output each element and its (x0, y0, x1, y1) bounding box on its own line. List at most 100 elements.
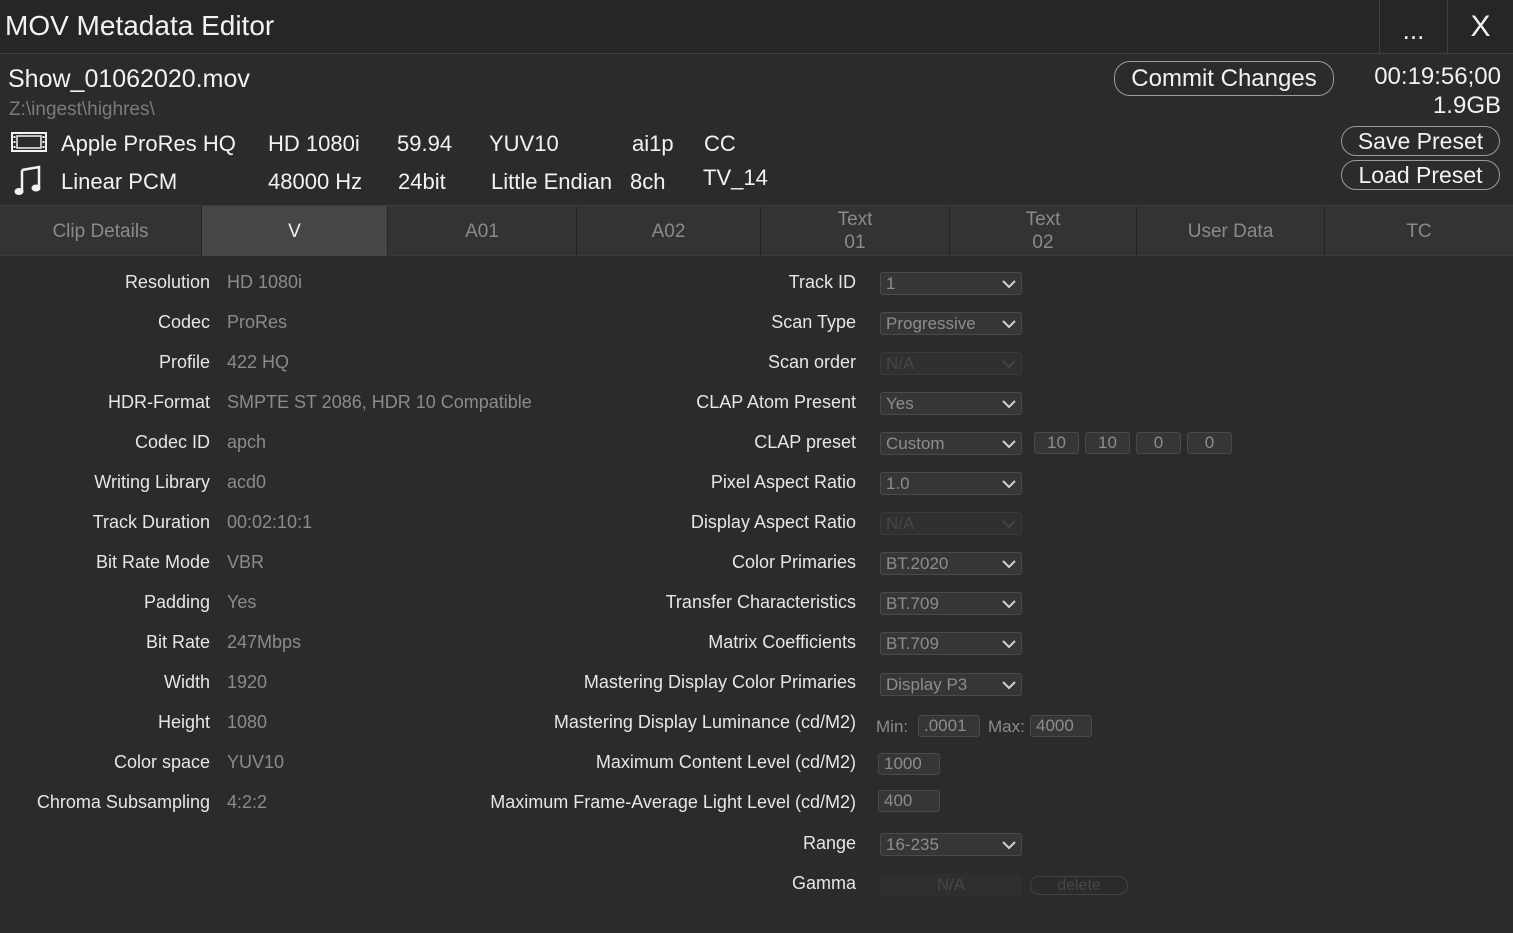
luminance-max-input[interactable]: 4000 (1030, 715, 1092, 737)
chevron-down-icon (1002, 480, 1016, 489)
scan-type-select[interactable]: Progressive (880, 312, 1022, 335)
tab-a01[interactable]: A01 (388, 206, 577, 256)
film-icon (11, 131, 47, 159)
audio-summary-row: Linear PCM 48000 Hz 24bit Little Endian … (0, 165, 900, 197)
file-size: 1.9GB (1432, 92, 1501, 119)
video-summary-row: Apple ProRes HQ HD 1080i 59.94 YUV10 ai1… (0, 127, 900, 159)
luminance-max-label: Max: (988, 717, 1025, 736)
select-value: Progressive (886, 314, 976, 333)
chevron-down-icon (1002, 360, 1016, 369)
field-value: 1920 (227, 672, 268, 692)
md-luminance-label: Mastering Display Luminance (cd/M2) (553, 712, 856, 732)
audio-sample-rate: 48000 Hz (268, 169, 363, 194)
select-value: N/A (886, 514, 915, 533)
tab-text-02[interactable]: Text 02 (950, 206, 1137, 256)
select-value: BT.2020 (886, 554, 949, 573)
max-fall-label: Maximum Frame-Average Light Level (cd/M2… (490, 792, 856, 812)
tab-a02[interactable]: A02 (577, 206, 761, 256)
max-cll-input[interactable]: 1000 (878, 753, 940, 775)
chevron-down-icon (1002, 440, 1016, 449)
select-value: N/A (886, 354, 915, 373)
field-label: Profile (158, 352, 210, 372)
clap-box-3[interactable]: 0 (1136, 432, 1181, 454)
chevron-down-icon (1002, 600, 1016, 609)
file-header: Show_01062020.mov Z:\ingest\highres\ Com… (0, 55, 1513, 205)
field-value: 00:02:10:1 (227, 512, 313, 532)
select-value: Yes (886, 394, 914, 413)
chevron-down-icon (1002, 560, 1016, 569)
tab-user-data[interactable]: User Data (1137, 206, 1325, 256)
field-value: 1080 (227, 712, 268, 732)
field-label: Codec ID (134, 432, 210, 452)
field-value: ProRes (227, 312, 288, 332)
audio-codec: Linear PCM (61, 169, 178, 194)
chevron-down-icon (1002, 640, 1016, 649)
chevron-down-icon (1002, 400, 1016, 409)
color-primaries-select[interactable]: BT.2020 (880, 552, 1022, 575)
tab-bar: Clip Details V A01 A02 Text 01 Text 02 U… (0, 205, 1513, 256)
track-id-select[interactable]: 1 (880, 272, 1022, 295)
select-value: BT.709 (886, 594, 939, 613)
pixel-aspect-label: Pixel Aspect Ratio (710, 472, 856, 492)
scan-order-label: Scan order (767, 352, 856, 372)
luminance-min-input[interactable]: .0001 (918, 715, 980, 737)
clap-preset-select[interactable]: Custom (880, 432, 1022, 455)
chevron-down-icon (1002, 841, 1016, 850)
audio-channels: 8ch (630, 169, 666, 194)
clap-box-4[interactable]: 0 (1187, 432, 1232, 454)
tab-v[interactable]: V (202, 206, 388, 256)
select-value: 16-235 (886, 835, 939, 854)
clap-box-2[interactable]: 10 (1085, 432, 1130, 454)
audio-bit-depth: 24bit (398, 169, 446, 194)
chevron-down-icon (1002, 280, 1016, 289)
select-value: BT.709 (886, 634, 939, 653)
select-value: 1 (886, 274, 896, 293)
close-button[interactable]: X (1447, 0, 1513, 54)
range-label: Range (802, 833, 856, 853)
md-primaries-label: Mastering Display Color Primaries (583, 672, 856, 692)
field-value: Yes (227, 592, 257, 612)
save-preset-button[interactable]: Save Preset (1341, 126, 1500, 156)
clap-atom-label: CLAP Atom Present (696, 392, 856, 412)
field-label: Codec (157, 312, 210, 332)
field-label: Writing Library (94, 472, 210, 492)
music-note-icon (14, 165, 42, 203)
audio-endian: Little Endian (491, 169, 613, 194)
scan-type-label: Scan Type (771, 312, 856, 332)
gamma-label: Gamma (791, 873, 856, 893)
tab-clip-details[interactable]: Clip Details (0, 206, 202, 256)
video-fps: 59.94 (397, 131, 453, 156)
luminance-min-label: Min: (876, 717, 909, 736)
field-label: Resolution (124, 272, 210, 292)
commit-changes-button[interactable]: Commit Changes (1114, 61, 1334, 96)
max-fall-input[interactable]: 400 (878, 790, 940, 812)
video-codec-code: ai1p (632, 131, 674, 156)
field-value: 422 HQ (227, 352, 290, 372)
clap-box-1[interactable]: 10 (1034, 432, 1079, 454)
gamma-value: N/A (880, 874, 1022, 896)
field-value: acd0 (227, 472, 267, 492)
select-value: 1.0 (886, 474, 910, 493)
pixel-aspect-select[interactable]: 1.0 (880, 472, 1022, 495)
gamma-delete-button: delete (1030, 876, 1128, 895)
closed-caption: CC (704, 131, 736, 156)
md-primaries-select[interactable]: Display P3 (880, 673, 1022, 696)
matrix-label: Matrix Coefficients (708, 632, 856, 652)
tab-tc[interactable]: TC (1325, 206, 1513, 256)
field-value: SMPTE ST 2086, HDR 10 Compatible (227, 392, 532, 412)
file-timecode: 00:19:56;00 (1374, 63, 1501, 90)
app-title: MOV Metadata Editor (5, 10, 275, 41)
transfer-select[interactable]: BT.709 (880, 592, 1022, 615)
field-value: HD 1080i (227, 272, 303, 292)
field-label: Padding (143, 592, 210, 612)
scan-order-select: N/A (880, 352, 1022, 375)
matrix-select[interactable]: BT.709 (880, 632, 1022, 655)
load-preset-button[interactable]: Load Preset (1341, 160, 1500, 190)
video-color: YUV10 (489, 131, 559, 156)
range-select[interactable]: 16-235 (880, 833, 1022, 856)
chevron-down-icon (1002, 320, 1016, 329)
tab-text-01[interactable]: Text 01 (761, 206, 950, 256)
more-options-button[interactable]: ... (1379, 0, 1447, 54)
field-value: apch (227, 432, 267, 452)
clap-atom-select[interactable]: Yes (880, 392, 1022, 415)
